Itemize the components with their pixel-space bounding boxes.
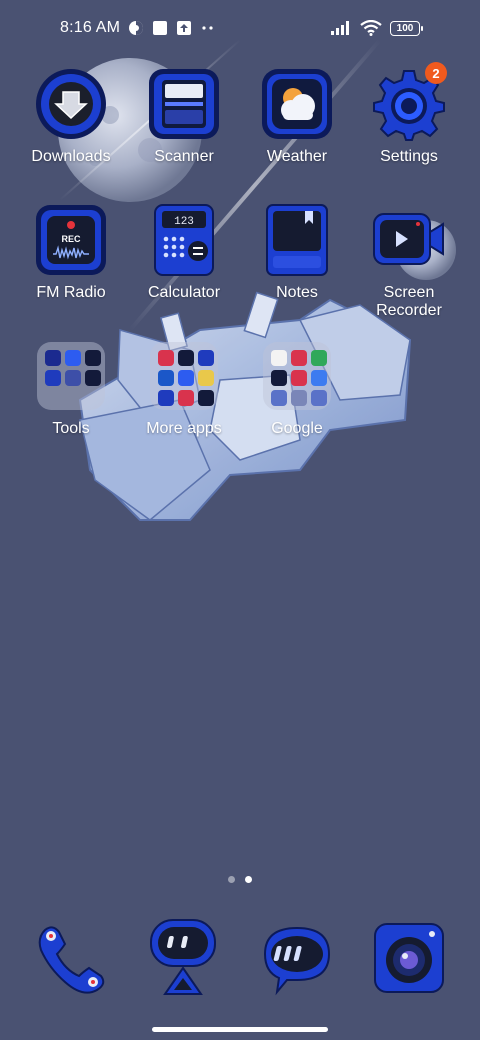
- mini-app-icon: [158, 370, 174, 386]
- vpn-icon: [128, 20, 144, 36]
- page-indicator: [0, 876, 480, 883]
- app-weather[interactable]: Weather: [241, 66, 353, 166]
- battery-icon: 100: [390, 20, 423, 36]
- scanner-icon: [146, 66, 222, 142]
- mini-app-icon: [311, 370, 327, 386]
- mini-app-icon: [178, 350, 194, 366]
- robot-app-icon: [150, 919, 216, 995]
- settings-icon: 2: [371, 62, 447, 142]
- app-settings[interactable]: 2 Settings: [353, 62, 465, 166]
- folder-tools[interactable]: Tools: [15, 338, 127, 438]
- more-dots-icon: [200, 20, 216, 36]
- app-label: More apps: [146, 420, 222, 437]
- app-label: Downloads: [31, 148, 111, 165]
- notification-badge: 2: [425, 62, 447, 84]
- dock-messages[interactable]: [257, 918, 337, 998]
- downloads-icon: [33, 66, 109, 142]
- fm-radio-icon: REC: [33, 202, 109, 278]
- status-left: 8:16 AM: [60, 19, 216, 37]
- app-downloads[interactable]: Downloads: [15, 66, 127, 166]
- folder-icon: [33, 338, 109, 414]
- mini-app-icon: [158, 390, 174, 406]
- dock-robot-app[interactable]: [143, 918, 223, 998]
- folder-more-apps[interactable]: More apps: [128, 338, 240, 438]
- folder-google[interactable]: Google: [241, 338, 353, 438]
- app-label: FM Radio: [36, 284, 106, 301]
- mini-app-icon: [311, 390, 327, 406]
- folder-icon: [146, 338, 222, 414]
- screen-recorder-icon: [371, 202, 447, 278]
- phone-icon: [38, 926, 105, 994]
- rec-text: REC: [61, 234, 81, 244]
- mini-app-icon: [291, 390, 307, 406]
- app-notes[interactable]: Notes: [241, 202, 353, 302]
- home-indicator[interactable]: [152, 1027, 328, 1032]
- mini-app-icon: [178, 370, 194, 386]
- dock-phone[interactable]: [31, 918, 111, 998]
- app-scanner[interactable]: Scanner: [128, 66, 240, 166]
- mini-app-icon: [158, 350, 174, 366]
- mini-app-icon: [271, 350, 287, 366]
- square-notification-icon: [152, 20, 168, 36]
- status-time: 8:16 AM: [60, 19, 121, 36]
- upload-icon: [176, 20, 192, 36]
- folder-preview: [263, 342, 331, 410]
- mini-app-icon: [85, 370, 101, 386]
- folder-preview: [150, 342, 218, 410]
- mini-app-icon: [65, 350, 81, 366]
- folder-icon: [259, 338, 335, 414]
- mini-app-icon: [178, 390, 194, 406]
- signal-icon: [330, 20, 352, 36]
- app-label: Screen Recorder: [376, 284, 442, 319]
- mini-app-icon: [45, 370, 61, 386]
- app-label: Scanner: [154, 148, 214, 165]
- calculator-icon: 123: [146, 202, 222, 278]
- wifi-icon: [360, 20, 382, 36]
- mini-app-icon: [198, 390, 214, 406]
- mini-app-icon: [85, 350, 101, 366]
- app-label: Notes: [276, 284, 318, 301]
- status-bar: 8:16 AM 100: [0, 0, 480, 56]
- mini-app-icon: [198, 370, 214, 386]
- page-dot[interactable]: [228, 876, 235, 883]
- dock-camera[interactable]: [369, 918, 449, 998]
- mini-app-icon: [291, 350, 307, 366]
- calculator-display-text: 123: [174, 216, 194, 228]
- status-right: 100: [330, 20, 423, 36]
- notes-icon: [259, 202, 335, 278]
- mini-app-icon: [311, 350, 327, 366]
- camera-icon: [374, 923, 444, 993]
- mini-app-icon: [291, 370, 307, 386]
- mini-app-icon: [271, 390, 287, 406]
- app-screen-recorder[interactable]: Screen Recorder: [353, 202, 465, 320]
- mini-app-icon: [198, 350, 214, 366]
- mini-app-icon: [65, 370, 81, 386]
- dock: [0, 912, 480, 1002]
- weather-icon: [259, 66, 335, 142]
- mini-app-icon: [271, 370, 287, 386]
- folder-preview: [37, 342, 105, 410]
- mini-app-icon: [45, 350, 61, 366]
- app-fm-radio[interactable]: REC FM Radio: [15, 202, 127, 302]
- app-label: Settings: [380, 148, 438, 165]
- app-label: Weather: [266, 148, 328, 165]
- app-calculator[interactable]: 123 Calculator: [128, 202, 240, 302]
- messages-icon: [263, 926, 331, 996]
- app-label: Calculator: [147, 284, 221, 301]
- page-dot-active[interactable]: [245, 876, 252, 883]
- app-label: Google: [271, 420, 323, 437]
- app-label: Tools: [52, 420, 90, 437]
